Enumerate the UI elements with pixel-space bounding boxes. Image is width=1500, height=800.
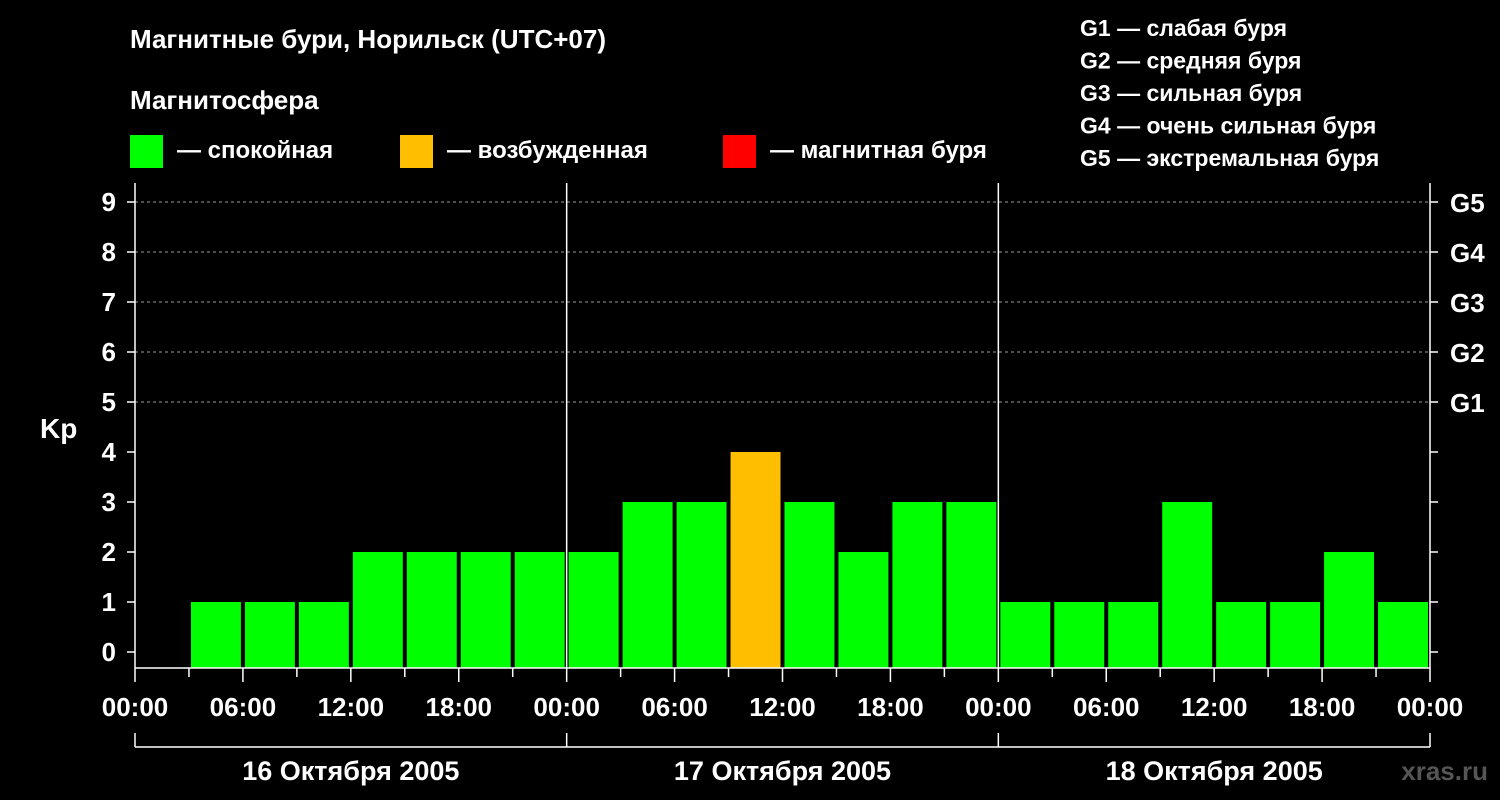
bar: [892, 502, 943, 668]
bar: [514, 552, 565, 668]
storm-scale-item: G2 — средняя буря: [1080, 48, 1301, 74]
grid: [135, 183, 1430, 668]
right-tick-label: G4: [1450, 238, 1485, 268]
bar: [460, 552, 511, 668]
y-tick-label: 9: [102, 187, 116, 217]
x-tick-label: 12:00: [318, 692, 385, 722]
bar: [784, 502, 835, 668]
legend: — спокойная — возбужденная — магнитная бур…: [130, 135, 987, 168]
bar: [244, 602, 295, 668]
bars: [190, 452, 1428, 668]
bar: [1378, 602, 1428, 668]
bar: [838, 552, 889, 668]
bar: [622, 502, 673, 668]
legend-swatch: [130, 135, 163, 168]
x-tick-label: 18:00: [857, 692, 924, 722]
x-tick-label: 12:00: [749, 692, 816, 722]
bar: [1324, 552, 1375, 668]
legend-swatch: [723, 135, 756, 168]
bar: [676, 502, 727, 668]
chart-subtitle: Магнитосфера: [130, 85, 319, 115]
storm-scale-legend: G1 — слабая буря G2 — средняя буря G3 — си…: [1080, 15, 1379, 171]
x-tick-label: 18:00: [426, 692, 493, 722]
bar: [352, 552, 403, 668]
y-tick-label: 5: [102, 387, 116, 417]
y-tick-label: 6: [102, 337, 116, 367]
day-labels: 16 Октября 2005 17 Октября 2005 18 Октября…: [242, 756, 1323, 786]
kp-chart: Магнитные бури, Норильск (UTC+07) Магнит…: [40, 15, 1488, 786]
x-tick-label: 00:00: [1397, 692, 1464, 722]
bar: [568, 552, 619, 668]
storm-scale-item: G1 — слабая буря: [1080, 15, 1287, 41]
x-tick-label: 06:00: [210, 692, 277, 722]
right-tick-label: G3: [1450, 288, 1485, 318]
legend-label: — спокойная: [177, 137, 333, 164]
bar: [406, 552, 457, 668]
chart-title: Магнитные бури, Норильск (UTC+07): [130, 24, 606, 54]
right-tick-label: G1: [1450, 388, 1485, 418]
bar: [1108, 602, 1159, 668]
y-tick-label: 3: [102, 487, 116, 517]
y-tick-label: 2: [102, 537, 116, 567]
right-tick-label: G5: [1450, 188, 1485, 218]
legend-swatch: [400, 135, 433, 168]
x-tick-label: 00:00: [965, 692, 1032, 722]
y-tick-labels: 0 1 2 3 4 5 6 7 8 9: [102, 187, 117, 667]
right-tick-labels: G1 G2 G3 G4 G5: [1450, 188, 1485, 418]
bar: [730, 452, 781, 668]
bar: [1270, 602, 1321, 668]
watermark: xras.ru: [1401, 756, 1488, 786]
bar: [190, 602, 241, 668]
bar: [1216, 602, 1267, 668]
storm-scale-item: G4 — очень сильная буря: [1080, 113, 1376, 139]
bar: [1000, 602, 1051, 668]
y-axis-label: Kp: [40, 413, 77, 444]
x-tick-label: 18:00: [1289, 692, 1356, 722]
legend-label: — возбужденная: [447, 137, 648, 164]
x-tick-labels: 00:00 06:00 12:00 18:00 00:00 06:00 12:00 18:00…: [102, 692, 1464, 722]
x-tick-label: 12:00: [1181, 692, 1248, 722]
y-tick-label: 0: [102, 637, 116, 667]
y-tick-label: 1: [102, 587, 116, 617]
x-tick-label: 06:00: [1073, 692, 1140, 722]
legend-label: — магнитная буря: [770, 137, 987, 164]
bar: [1162, 502, 1213, 668]
x-tick-label: 00:00: [102, 692, 169, 722]
day-label: 18 Октября 2005: [1106, 756, 1323, 786]
bar: [1054, 602, 1105, 668]
right-tick-label: G2: [1450, 338, 1485, 368]
storm-scale-item: G3 — сильная буря: [1080, 80, 1302, 106]
x-tick-label: 06:00: [641, 692, 708, 722]
day-label: 16 Октября 2005: [242, 756, 459, 786]
y-tick-label: 4: [102, 437, 117, 467]
day-label: 17 Октября 2005: [674, 756, 891, 786]
bar: [946, 502, 997, 668]
y-tick-label: 8: [102, 237, 116, 267]
y-tick-label: 7: [102, 287, 116, 317]
storm-scale-item: G5 — экстремальная буря: [1080, 145, 1379, 171]
x-tick-label: 00:00: [533, 692, 600, 722]
bar: [298, 602, 349, 668]
